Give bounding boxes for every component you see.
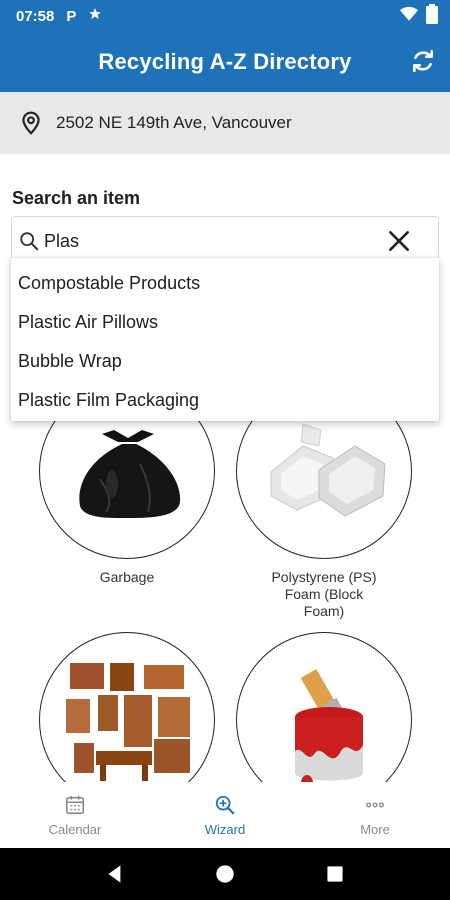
app-title: Recycling A-Z Directory — [98, 49, 352, 74]
parking-icon: P — [66, 7, 77, 25]
category-label-garbage: Garbage — [99, 569, 155, 585]
more-icon — [366, 801, 384, 808]
suggestion-item[interactable]: Bubble Wrap — [11, 342, 439, 381]
close-icon[interactable] — [386, 228, 412, 254]
battery-icon — [426, 4, 438, 28]
suggestion-item[interactable]: Plastic Air Pillows — [11, 303, 439, 342]
address-text: 2502 NE 149th Ave, Vancouver — [56, 113, 292, 132]
category-label-polystyrene: Polystyrene (PS) Foam (Block Foam) — [236, 569, 412, 620]
tab-wizard[interactable]: Wizard — [150, 782, 300, 848]
category-label-line: Polystyrene (PS) — [271, 569, 377, 585]
bottom-navigation: Calendar Wizard More — [0, 782, 450, 848]
wizard-icon — [215, 795, 235, 814]
system-navigation-bar — [0, 848, 450, 900]
search-query[interactable]: Plas — [44, 231, 386, 252]
tab-label: More — [360, 821, 390, 837]
tab-label: Wizard — [204, 821, 246, 837]
location-pin-icon — [22, 111, 40, 135]
search-label: Search an item — [12, 188, 141, 208]
recents-icon[interactable] — [322, 861, 348, 887]
app-bar: Recycling A-Z Directory — [0, 32, 450, 92]
status-bar: 07:58 P — [0, 0, 450, 32]
refresh-icon[interactable] — [410, 48, 436, 74]
tab-label: Calendar — [48, 821, 102, 837]
suggestions-dropdown: Compostable Products Plastic Air Pillows… — [11, 258, 439, 421]
category-label-line: Foam (Block — [284, 586, 364, 602]
wifi-icon — [400, 6, 418, 26]
back-icon[interactable] — [102, 861, 128, 887]
tab-calendar[interactable]: Calendar — [0, 782, 150, 848]
star-icon — [88, 7, 102, 25]
search-icon — [20, 232, 39, 251]
status-time: 07:58 — [16, 7, 55, 25]
category-label-line: Foam) — [303, 603, 345, 619]
home-icon[interactable] — [212, 861, 238, 887]
calendar-icon — [65, 795, 85, 814]
suggestion-item[interactable]: Compostable Products — [11, 264, 439, 303]
suggestion-item[interactable]: Plastic Film Packaging — [11, 381, 439, 420]
tab-more[interactable]: More — [300, 782, 450, 848]
address-bar[interactable]: 2502 NE 149th Ave, Vancouver — [0, 92, 450, 154]
